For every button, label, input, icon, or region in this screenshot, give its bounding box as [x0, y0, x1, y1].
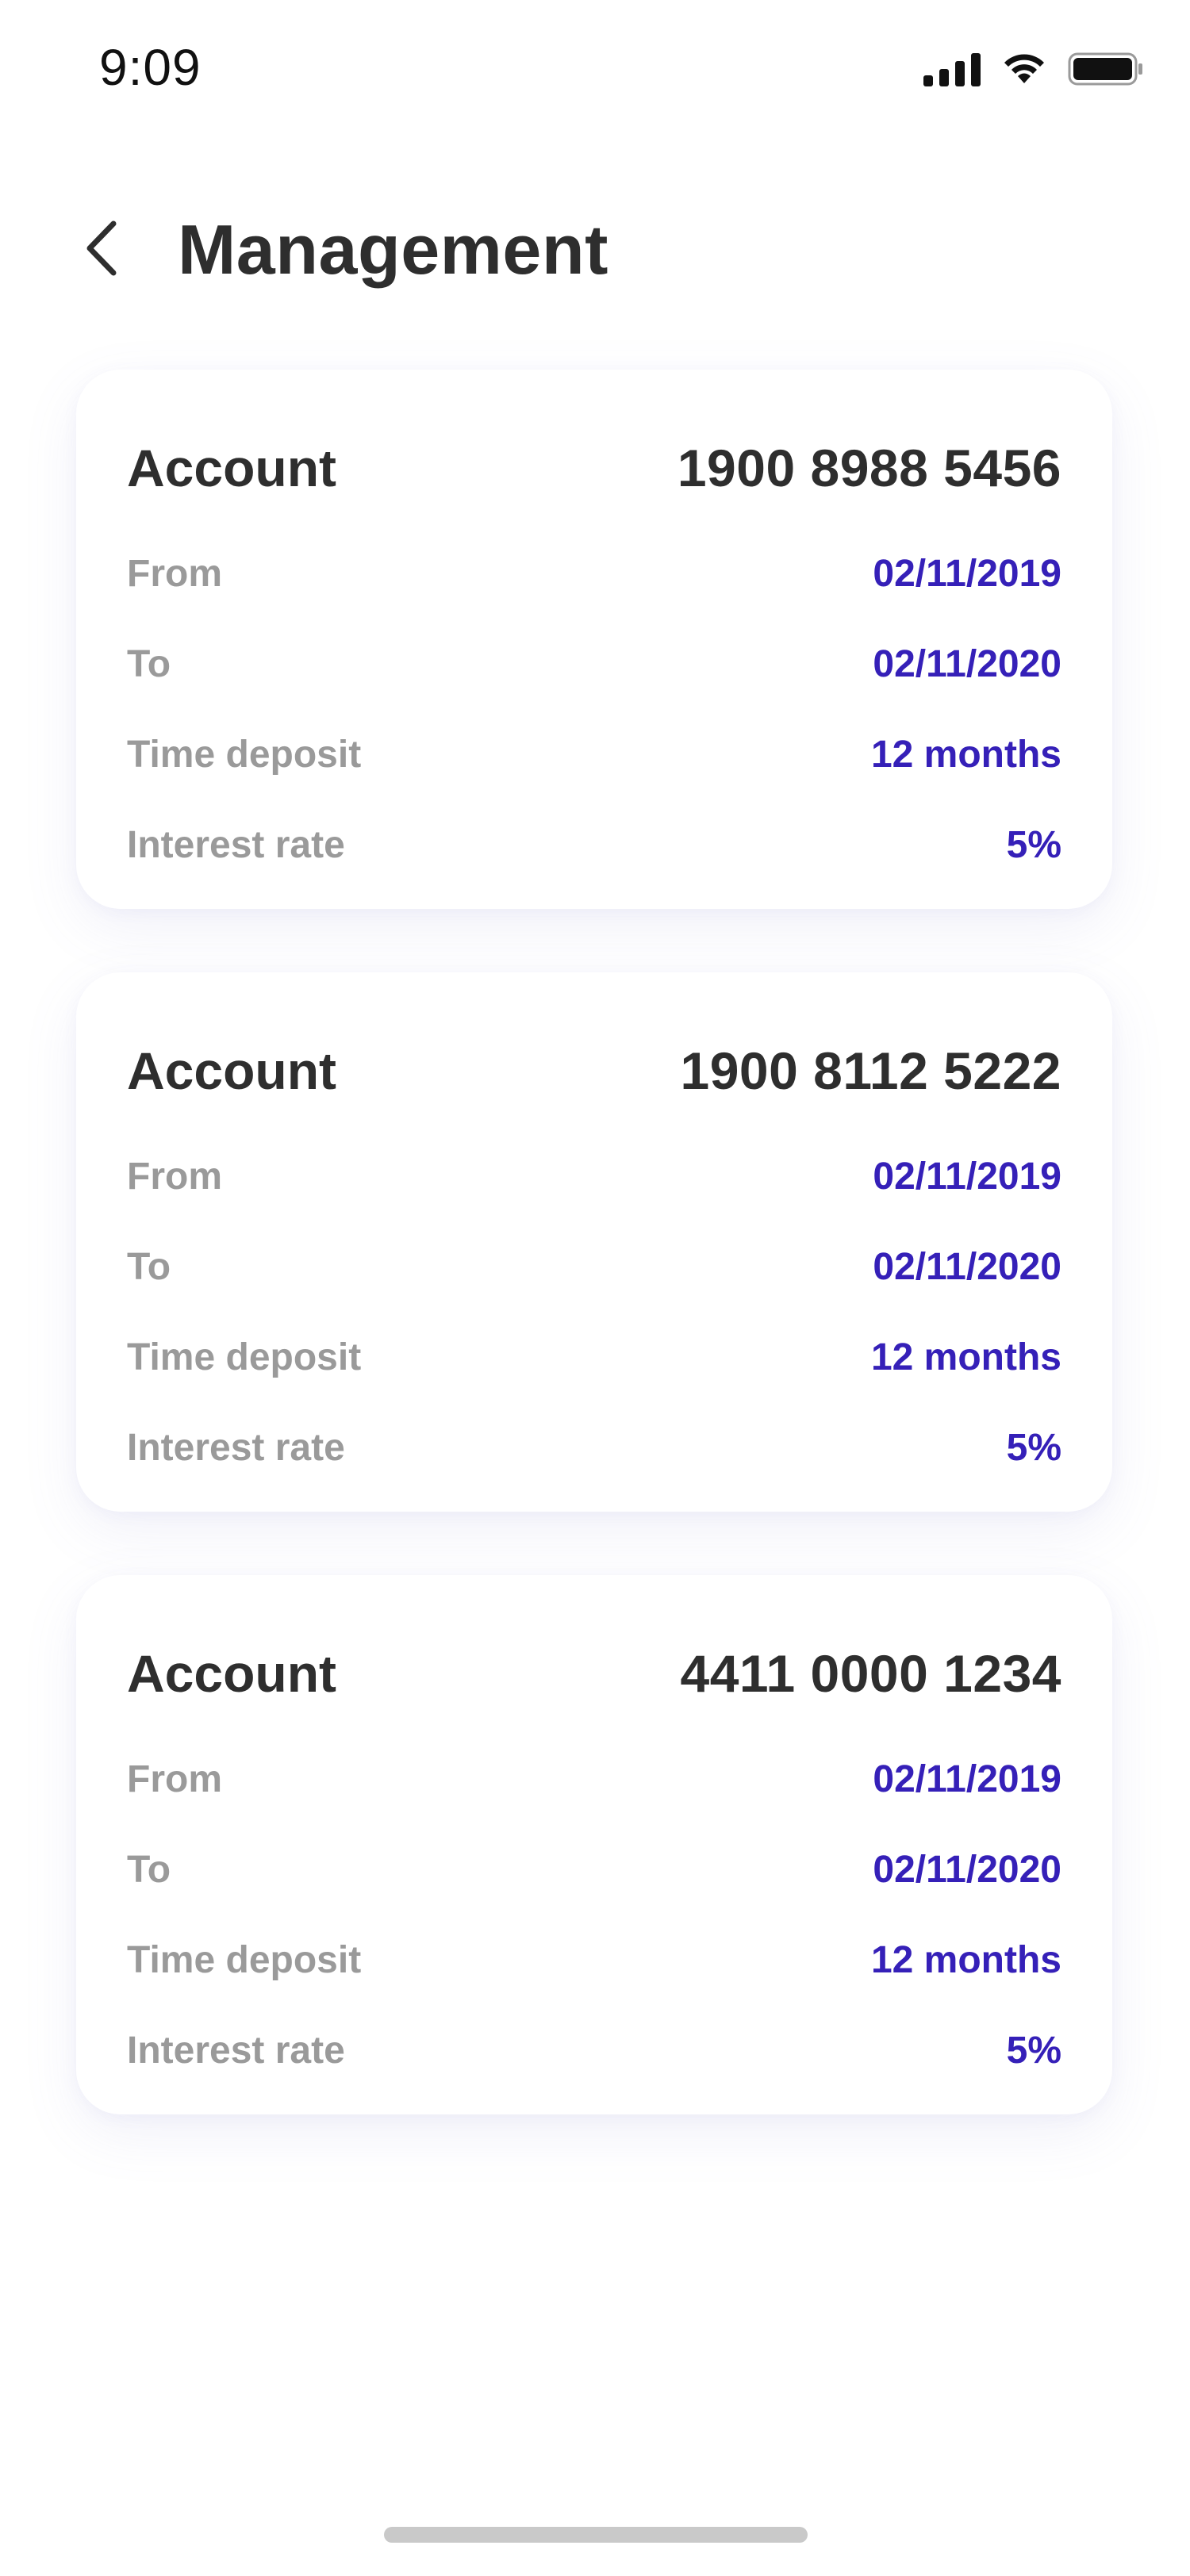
- status-icons: [923, 51, 1144, 87]
- detail-value: 02/11/2020: [873, 642, 1061, 685]
- detail-row-to: To 02/11/2020: [127, 1221, 1061, 1312]
- account-card-header: Account 1900 8988 5456: [127, 431, 1061, 504]
- detail-value: 02/11/2020: [873, 1848, 1061, 1891]
- detail-row-to: To 02/11/2020: [127, 619, 1061, 709]
- account-card[interactable]: Account 1900 8988 5456 From 02/11/2019 T…: [76, 370, 1112, 909]
- status-time: 9:09: [99, 39, 202, 96]
- detail-label: Interest rate: [127, 823, 345, 866]
- detail-row-interest-rate: Interest rate 5%: [127, 2005, 1061, 2095]
- home-indicator[interactable]: [384, 2527, 808, 2543]
- wifi-icon: [1001, 52, 1047, 86]
- detail-label: To: [127, 642, 171, 685]
- detail-row-to: To 02/11/2020: [127, 1824, 1061, 1915]
- detail-row-time-deposit: Time deposit 12 months: [127, 1915, 1061, 2005]
- account-label: Account: [127, 1644, 336, 1703]
- detail-value: 5%: [1006, 823, 1061, 866]
- detail-row-from: From 02/11/2019: [127, 528, 1061, 619]
- signal-icon: [923, 52, 981, 86]
- back-button[interactable]: [73, 217, 129, 282]
- detail-value: 02/11/2019: [873, 1155, 1061, 1198]
- battery-icon: [1068, 51, 1144, 87]
- detail-value: 5%: [1006, 2029, 1061, 2072]
- account-card-header: Account 1900 8112 5222: [127, 1034, 1061, 1107]
- account-number: 1900 8112 5222: [680, 1041, 1061, 1100]
- account-card-header: Account 4411 0000 1234: [127, 1637, 1061, 1710]
- detail-row-interest-rate: Interest rate 5%: [127, 1402, 1061, 1493]
- status-bar: 9:09: [0, 0, 1190, 143]
- detail-value: 02/11/2019: [873, 552, 1061, 595]
- detail-label: To: [127, 1245, 171, 1288]
- detail-row-time-deposit: Time deposit 12 months: [127, 1312, 1061, 1402]
- detail-row-interest-rate: Interest rate 5%: [127, 799, 1061, 890]
- detail-value: 12 months: [870, 1336, 1061, 1378]
- detail-label: To: [127, 1848, 171, 1891]
- detail-value: 02/11/2020: [873, 1245, 1061, 1288]
- chevron-left-icon: [83, 219, 118, 282]
- detail-label: Interest rate: [127, 1426, 345, 1469]
- detail-label: From: [127, 552, 222, 595]
- account-card[interactable]: Account 4411 0000 1234 From 02/11/2019 T…: [76, 1575, 1112, 2114]
- detail-label: From: [127, 1155, 222, 1198]
- detail-label: Interest rate: [127, 2029, 345, 2072]
- detail-label: From: [127, 1758, 222, 1800]
- detail-row-from: From 02/11/2019: [127, 1734, 1061, 1824]
- detail-label: Time deposit: [127, 733, 362, 776]
- detail-row-time-deposit: Time deposit 12 months: [127, 709, 1061, 799]
- detail-value: 12 months: [870, 1938, 1061, 1981]
- account-number: 1900 8988 5456: [677, 439, 1061, 497]
- account-list: Account 1900 8988 5456 From 02/11/2019 T…: [76, 370, 1112, 2178]
- detail-value: 02/11/2019: [873, 1758, 1061, 1800]
- detail-value: 12 months: [870, 733, 1061, 776]
- detail-value: 5%: [1006, 1426, 1061, 1469]
- detail-row-from: From 02/11/2019: [127, 1131, 1061, 1221]
- header: Management: [0, 198, 1190, 301]
- detail-label: Time deposit: [127, 1336, 362, 1378]
- page-title: Management: [178, 210, 608, 289]
- account-number: 4411 0000 1234: [680, 1644, 1061, 1703]
- account-label: Account: [127, 439, 336, 497]
- account-card[interactable]: Account 1900 8112 5222 From 02/11/2019 T…: [76, 972, 1112, 1512]
- detail-label: Time deposit: [127, 1938, 362, 1981]
- account-label: Account: [127, 1041, 336, 1100]
